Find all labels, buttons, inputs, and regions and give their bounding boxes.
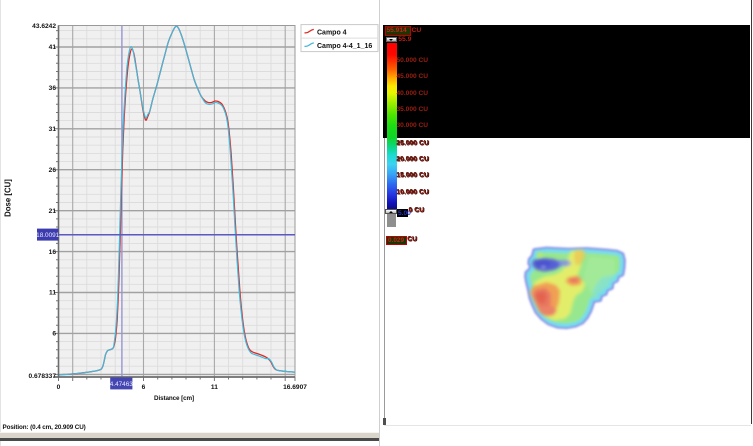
svg-text:0: 0 xyxy=(57,384,61,391)
svg-text:11: 11 xyxy=(49,290,56,297)
svg-text:26: 26 xyxy=(49,167,57,174)
svg-text:Dose [CU]: Dose [CU] xyxy=(4,179,13,217)
svg-text:6: 6 xyxy=(142,384,146,391)
svg-text:43.6242: 43.6242 xyxy=(32,23,56,30)
svg-text:31: 31 xyxy=(49,126,57,133)
svg-text:21: 21 xyxy=(49,208,57,215)
svg-text:0.678337: 0.678337 xyxy=(28,373,56,380)
svg-text:16.6907: 16.6907 xyxy=(283,384,307,391)
svg-text:11: 11 xyxy=(211,384,218,391)
svg-text:Campo 4: Campo 4 xyxy=(317,29,347,36)
svg-text:Campo 4-4_1_16: Campo 4-4_1_16 xyxy=(317,43,372,50)
svg-text:4.47463: 4.47463 xyxy=(110,381,134,388)
svg-text:16: 16 xyxy=(49,249,57,256)
svg-text:41: 41 xyxy=(49,44,57,51)
svg-text:6: 6 xyxy=(52,331,56,338)
svg-text:36: 36 xyxy=(49,85,57,92)
svg-text:Distance [cm]: Distance [cm] xyxy=(154,395,194,402)
svg-text:18.0091: 18.0091 xyxy=(36,232,60,239)
